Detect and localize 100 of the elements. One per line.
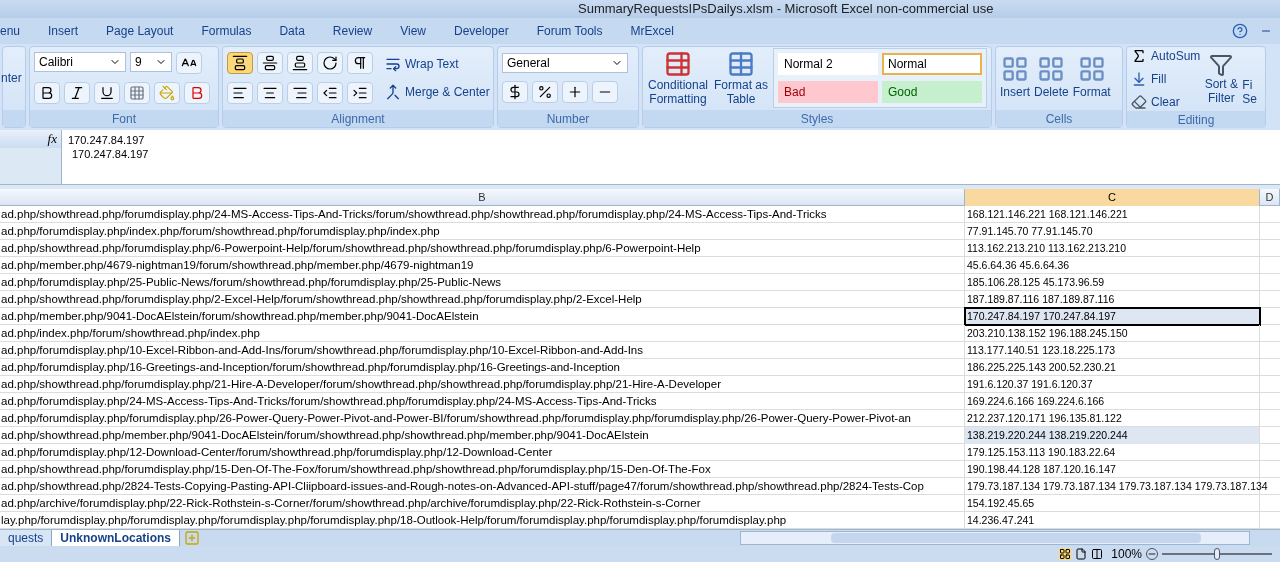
italic-icon[interactable] <box>69 85 85 102</box>
vertical-align-button[interactable] <box>287 52 313 75</box>
sort-filter-button[interactable]: Sort & Filter <box>1204 52 1239 105</box>
table-cell-text: ad.php/showthread.php/forumdisplay.php/6-Powerpoint-Help/forum/showthread.php/showthread.php/forumdisplay.php/6-Powerpoint-Help <box>1 241 701 256</box>
format-as-table-button[interactable]: Format as Table <box>713 50 769 107</box>
currency-button[interactable] <box>502 81 528 104</box>
borders-icon[interactable] <box>129 85 145 102</box>
percent-button[interactable] <box>532 81 558 104</box>
table-cell-text: ad.php/forumdisplay.php/10-Excel-Ribbon-and-Add-Ins/forum/showthread.php/forumdisplay.php/10-Excel-Ribbon-and-Add-Ins <box>1 343 643 358</box>
find-select-label[interactable]: Fi <box>1242 77 1258 92</box>
letter-icon[interactable] <box>189 85 205 102</box>
cell-style-swatch[interactable]: Normal 2 <box>778 53 878 76</box>
page-break-icon[interactable] <box>1091 548 1104 560</box>
font-color-button[interactable] <box>184 82 210 105</box>
pilcrow-icon[interactable] <box>352 55 368 72</box>
sheet-tab[interactable]: UnknownLocations <box>52 530 181 546</box>
fill-color-button[interactable] <box>154 82 180 105</box>
rotate-icon[interactable] <box>322 55 338 72</box>
table-cell-text: 168.121.146.221 168.121.146.221 <box>967 206 1128 222</box>
decrease-indent-button[interactable] <box>317 82 343 105</box>
zoom-level[interactable]: 100% <box>1111 545 1142 562</box>
ribbon-tab[interactable]: Insert <box>34 21 93 40</box>
vertical-align-button[interactable] <box>227 52 253 75</box>
ribbon-tab[interactable]: Data <box>265 21 319 40</box>
zoom-slider-thumb[interactable] <box>1214 548 1220 560</box>
underline-button[interactable] <box>94 82 120 105</box>
dollar-icon[interactable] <box>507 84 523 101</box>
align-right-button[interactable] <box>287 82 313 105</box>
ribbon-tab[interactable]: MrExcel <box>616 21 688 40</box>
increase-indent-button[interactable] <box>347 82 373 105</box>
table-cell-text: ad.php/member.php/4679-nightman19/forum/showthread.php/member.php/4679-nightman19 <box>1 258 474 273</box>
window-title: SummaryRequestsIPsDailys.xlsm - Microsoft Excel non-commercial use <box>578 0 994 19</box>
orientation-button[interactable] <box>317 52 343 75</box>
ribbon-tab[interactable]: Review <box>318 21 387 40</box>
ribbon-tab[interactable]: Developer <box>439 21 523 40</box>
normal-view-icon[interactable] <box>1059 548 1072 560</box>
vertical-align-button[interactable] <box>257 52 283 75</box>
table-cell-text: ad.php/showthread.php/forumdisplay.php/24-MS-Access-Tips-And-Tricks/forum/showthread.php/showthread.php/forumdisplay.php/24-MS-Access-Tips-And-Tricks <box>1 207 827 222</box>
cell-style-swatch[interactable]: Bad <box>778 81 878 104</box>
bold-icon[interactable] <box>39 85 55 102</box>
group-label: Styles <box>643 109 991 127</box>
merge-center-button[interactable]: Merge & Center <box>385 83 490 102</box>
align-icon[interactable] <box>262 55 278 72</box>
bold-button[interactable] <box>34 82 60 105</box>
align-left-button[interactable] <box>227 82 253 105</box>
page-layout-icon[interactable] <box>1075 548 1088 560</box>
funnel-icon <box>1209 52 1234 77</box>
conditional-formatting-button[interactable]: Conditional Formatting <box>647 50 709 107</box>
ribbon-tab[interactable]: View <box>386 21 440 40</box>
table-cell-text: 169.224.6.166 169.224.6.166 <box>967 393 1105 409</box>
ribbon-tab[interactable]: Formulas <box>187 21 266 40</box>
table-cell-text: 186.225.225.143 200.52.230.21 <box>967 359 1116 375</box>
table-cell-text: 203.210.138.152 196.188.245.150 <box>967 325 1128 341</box>
table-cell-text: 45.6.64.36 45.6.64.36 <box>967 257 1070 273</box>
down-arrow-icon <box>1131 70 1147 87</box>
group-label: Cells <box>996 109 1122 127</box>
cells-button[interactable]: Delete <box>1034 55 1069 102</box>
column-header[interactable]: D <box>1260 189 1280 206</box>
align-icon[interactable] <box>292 55 308 72</box>
merge-icon <box>385 84 401 101</box>
table-cell-text: ad.php/forumdisplay.php/24-MS-Access-Tips-And-Tricks/forum/showthread.php/forumdisplay.php/24-MS-Access-Tips-And-Tricks <box>1 394 657 409</box>
ribbon-tab[interactable]: Forum Tools <box>522 21 617 40</box>
function-label[interactable]: fx <box>47 128 57 149</box>
decimal-button[interactable] <box>592 81 618 104</box>
table-cell-text: ad.php/index.php/forum/showthread.php/index.php <box>1 326 260 341</box>
underline-icon[interactable] <box>99 85 115 102</box>
cell-style-swatch[interactable]: Normal <box>882 53 982 76</box>
table-cell-text: 154.192.45.65 <box>967 495 1035 511</box>
cells-button[interactable]: Insert <box>1000 55 1030 102</box>
sigma-icon <box>1131 47 1147 64</box>
table-cell-text: ad.php/showthread.php/2824-Tests-Copying-Pasting-API-Cliipboard-issues-and-Rough-notes-on-Advanced-API-stuff/page47/forum/showthread.php/showthread.php/2824-Tests-Cop <box>1 479 924 494</box>
ribbon-tab[interactable]: Page Layout <box>92 21 188 40</box>
find-select-label[interactable]: Se <box>1242 91 1258 106</box>
formula-field[interactable]: 170.247.84.197 170.247.84.197 <box>62 129 1280 185</box>
table-cell-text: 138.219.220.244 138.219.220.244 <box>967 427 1128 443</box>
horizontal-scrollbar[interactable] <box>740 531 1250 545</box>
font-name-field[interactable]: Calibri <box>34 52 126 73</box>
help-icon[interactable] <box>1232 22 1248 39</box>
sheet-tab[interactable]: quests <box>0 530 53 546</box>
table-cell-text: 179.125.153.113 190.183.22.64 <box>967 444 1116 460</box>
cell-style-swatch[interactable]: Good <box>882 81 982 104</box>
table-cell-text: ad.php/forumdisplay.php/forumdisplay.php/26-Power-Query-Power-Pivot-and-Power-BI/forum/showthread.php/forumdisplay.php/forumdisplay.php/26-Power-Query-Power-Pivot-an <box>1 411 911 426</box>
cells-button[interactable]: Format <box>1072 55 1111 102</box>
number-format-field[interactable]: General <box>502 53 628 74</box>
align-icon[interactable] <box>232 55 248 72</box>
column-header[interactable]: C <box>965 189 1260 206</box>
font-size-button[interactable] <box>176 52 202 75</box>
percent-icon[interactable] <box>537 84 553 101</box>
italic-button[interactable] <box>64 82 90 105</box>
wrap-text-button[interactable]: Wrap Text <box>385 55 490 74</box>
clear-button[interactable]: Clear <box>1131 92 1201 111</box>
autosum-button[interactable]: AutoSum <box>1131 46 1201 65</box>
decimal-button[interactable] <box>562 81 588 104</box>
group-label: Number <box>498 109 638 127</box>
ribbon-tab[interactable]: enu <box>0 21 35 40</box>
text-direction-button[interactable] <box>347 52 373 75</box>
font-size-field[interactable]: 9 <box>130 52 172 73</box>
clipboard-label[interactable]: nter <box>1 69 22 88</box>
fill-button[interactable]: Fill <box>1131 69 1201 88</box>
align-center-button[interactable] <box>257 82 283 105</box>
